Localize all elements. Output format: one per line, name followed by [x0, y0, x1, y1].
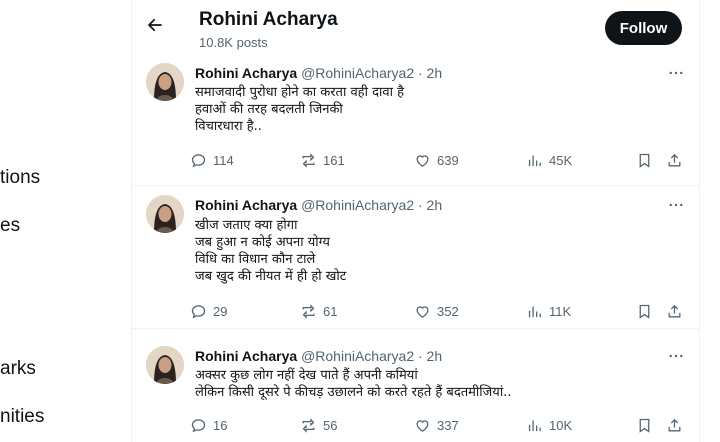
avatar[interactable] — [146, 346, 184, 384]
views-count: 10K — [549, 418, 573, 433]
nav-item-bookmarks[interactable]: arks — [0, 358, 36, 380]
tweet-author-name[interactable]: Rohini Acharya — [195, 65, 297, 81]
reply-icon — [191, 305, 206, 319]
repost-count: 161 — [323, 153, 345, 168]
repost-icon — [302, 418, 315, 433]
tweet-handle-time[interactable]: @RohiniAcharya2 · 2h — [301, 348, 442, 364]
reply-button[interactable]: 16 — [190, 417, 227, 434]
more-options-button[interactable] — [665, 347, 687, 365]
like-button[interactable]: 352 — [414, 303, 459, 320]
tweet[interactable]: Rohini Acharya @RohiniAcharya2 · 2h खीज … — [132, 187, 699, 329]
share-button[interactable] — [666, 303, 683, 320]
back-button[interactable] — [144, 14, 166, 36]
tweet-header: Rohini Acharya @RohiniAcharya2 · 2h — [195, 348, 442, 364]
profile-name: Rohini Acharya — [199, 9, 338, 30]
repost-button[interactable]: 61 — [300, 303, 337, 320]
avatar-image — [146, 346, 184, 384]
views-button[interactable]: 11K — [526, 303, 571, 320]
avatar-image — [146, 195, 184, 233]
reply-count: 16 — [213, 418, 228, 433]
like-button[interactable]: 639 — [414, 152, 459, 169]
like-count: 639 — [437, 153, 459, 168]
tweet-actions: 29 61 352 11K — [190, 303, 683, 323]
tweet-header: Rohini Acharya @RohiniAcharya2 · 2h — [195, 65, 442, 81]
views-count: 11K — [549, 304, 572, 319]
bookmark-icon — [639, 418, 650, 433]
repost-count: 61 — [323, 304, 338, 319]
tweet[interactable]: Rohini Acharya @RohiniAcharya2 · 2h अक्स… — [132, 330, 699, 442]
more-options-button[interactable] — [665, 196, 687, 214]
reply-count: 29 — [213, 304, 228, 319]
repost-button[interactable]: 161 — [300, 152, 345, 169]
reply-button[interactable]: 114 — [190, 152, 234, 169]
heart-icon — [416, 420, 429, 432]
nav-item-communities[interactable]: nities — [0, 406, 44, 428]
share-button[interactable] — [666, 152, 683, 169]
more-horizontal-icon — [669, 71, 683, 75]
heart-icon — [416, 306, 429, 318]
tweet-text: समाजवादी पुरोधा होने का करता वही दावा है… — [195, 85, 404, 134]
share-icon — [668, 304, 681, 318]
bookmark-button[interactable] — [636, 417, 653, 434]
bookmark-button[interactable] — [636, 303, 653, 320]
more-options-button[interactable] — [665, 64, 687, 82]
views-button[interactable]: 45K — [526, 152, 572, 169]
profile-timeline: Rohini Acharya 10.8K posts Follow Rohini… — [131, 0, 700, 442]
tweet-actions: 114 161 639 45K — [190, 152, 683, 172]
profile-header: Rohini Acharya 10.8K posts Follow — [132, 0, 699, 58]
like-count: 337 — [437, 418, 459, 433]
views-count: 45K — [549, 153, 573, 168]
tweet-handle-time[interactable]: @RohiniAcharya2 · 2h — [301, 197, 442, 213]
views-icon — [528, 420, 541, 432]
left-navigation: tions es arks nities — [0, 0, 130, 442]
nav-item-notifications[interactable]: tions — [0, 167, 40, 189]
share-icon — [668, 153, 681, 167]
reply-count: 114 — [213, 153, 234, 168]
reply-button[interactable]: 29 — [190, 303, 227, 320]
more-horizontal-icon — [669, 203, 683, 207]
tweet-author-name[interactable]: Rohini Acharya — [195, 348, 297, 364]
avatar[interactable] — [146, 63, 184, 101]
follow-button[interactable]: Follow — [605, 11, 682, 45]
arrow-left-icon — [148, 18, 162, 32]
views-icon — [528, 306, 541, 318]
nav-item-messages[interactable]: es — [0, 215, 20, 237]
tweet-actions: 16 56 337 10K — [190, 417, 683, 437]
tweet[interactable]: Rohini Acharya @RohiniAcharya2 · 2h समाज… — [132, 58, 699, 186]
share-icon — [668, 418, 681, 432]
share-button[interactable] — [666, 417, 683, 434]
repost-icon — [302, 153, 315, 168]
reply-icon — [191, 154, 206, 168]
tweet-handle-time[interactable]: @RohiniAcharya2 · 2h — [301, 65, 442, 81]
heart-icon — [416, 155, 429, 167]
repost-button[interactable]: 56 — [300, 417, 337, 434]
repost-count: 56 — [323, 418, 338, 433]
like-count: 352 — [437, 304, 459, 319]
tweet-text: खीज जताए क्या होगा जब हुआ न कोई अपना योग… — [195, 218, 347, 284]
repost-icon — [302, 304, 315, 319]
bookmark-icon — [639, 153, 650, 168]
views-icon — [528, 155, 541, 167]
like-button[interactable]: 337 — [414, 417, 459, 434]
tweet-author-name[interactable]: Rohini Acharya — [195, 197, 297, 213]
more-horizontal-icon — [669, 354, 683, 358]
avatar[interactable] — [146, 195, 184, 233]
avatar-image — [146, 63, 184, 101]
bookmark-icon — [639, 304, 650, 319]
reply-icon — [191, 419, 206, 433]
post-count: 10.8K posts — [199, 35, 268, 50]
bookmark-button[interactable] — [636, 152, 653, 169]
tweet-text: अक्सर कुछ लोग नहीं देख पाते हैं अपनी कमि… — [195, 368, 512, 400]
tweet-header: Rohini Acharya @RohiniAcharya2 · 2h — [195, 197, 442, 213]
views-button[interactable]: 10K — [526, 417, 572, 434]
